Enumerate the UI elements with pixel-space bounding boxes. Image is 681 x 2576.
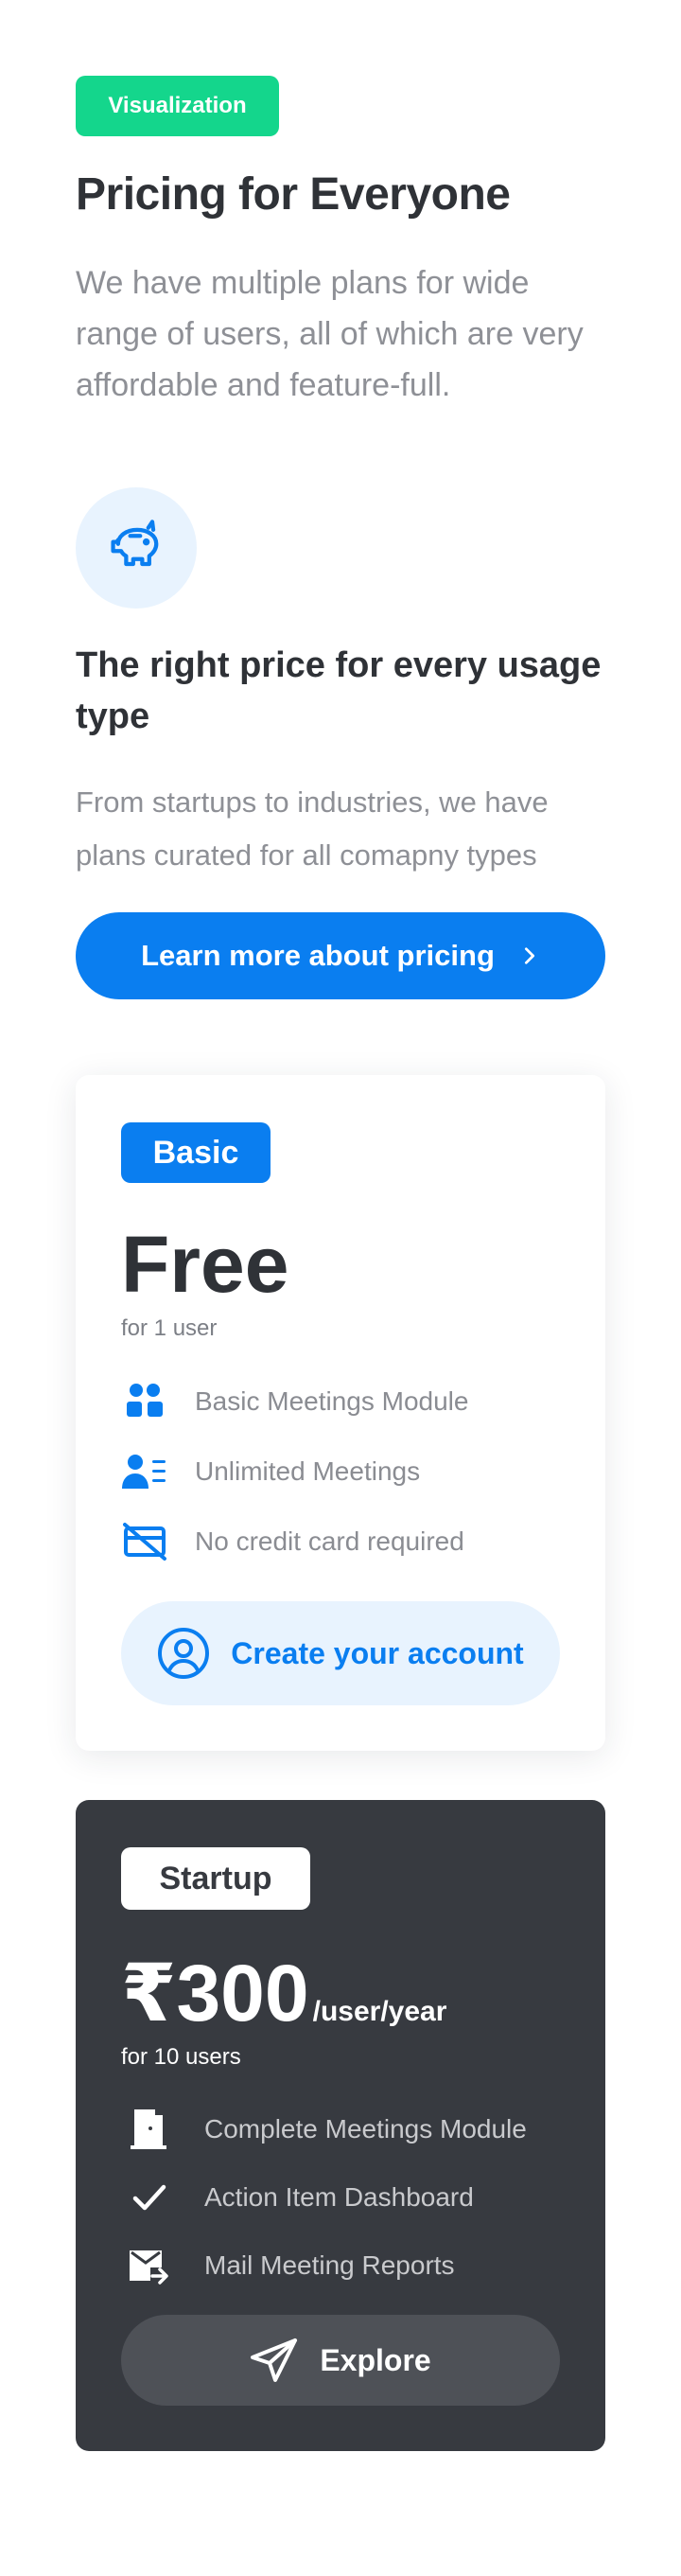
startup-feature-item: Mail Meeting Reports [121, 2241, 455, 2290]
feature-description: From startups to industries, we have pla… [76, 785, 549, 872]
startup-feature-item: Action Item Dashboard [121, 2173, 474, 2222]
startup-feature-item: Complete Meetings Module [121, 2105, 527, 2154]
chevron-right-icon [524, 947, 534, 964]
startup-feature-label: Complete Meetings Module [204, 2114, 527, 2144]
startup-feature-label: Action Item Dashboard [204, 2182, 474, 2212]
startup-price-period: /user/year [312, 1996, 447, 2027]
explore-button[interactable]: Explore [121, 2315, 560, 2406]
create-account-button[interactable]: Create your account [121, 1601, 560, 1705]
feature-title: The right price for every usage type [76, 645, 602, 736]
paper-plane-icon [251, 2338, 298, 2382]
piggy-bank-icon-container [76, 487, 197, 609]
startup-plan-tag: Startup [121, 1847, 310, 1910]
basic-feature-item: Unlimited Meetings [121, 1448, 420, 1495]
startup-plan-card: Startup ₹300 /user/year for 10 users Com… [76, 1800, 605, 2451]
checkmark-icon [121, 2173, 178, 2222]
basic-plan-tag: Basic [121, 1122, 271, 1183]
piggy-bank-icon [111, 520, 159, 567]
no-credit-card-icon [121, 1518, 168, 1565]
users-group-icon [121, 1378, 168, 1425]
create-account-label: Create your account [231, 1635, 524, 1670]
mail-forward-icon [121, 2241, 178, 2290]
user-list-icon [121, 1448, 168, 1495]
basic-feature-item: Basic Meetings Module [121, 1378, 468, 1425]
basic-feature-label: Basic Meetings Module [195, 1386, 469, 1416]
startup-price-amount: ₹300 [121, 1949, 309, 2038]
basic-plan-card: Basic Free for 1 user Basic Meetings Mod… [76, 1075, 605, 1751]
startup-plan-price: ₹300 /user/year [121, 1946, 446, 2040]
explore-label: Explore [320, 2342, 431, 2377]
basic-plan-price: Free [121, 1220, 289, 1309]
basic-feature-label: Unlimited Meetings [195, 1456, 421, 1486]
startup-plan-users: for 10 users [121, 2044, 241, 2070]
basic-feature-label: No credit card required [195, 1526, 464, 1556]
page-subtitle: We have multiple plans for wide range of… [76, 265, 584, 403]
learn-more-label: Learn more about pricing [141, 939, 495, 972]
door-icon [121, 2105, 178, 2154]
basic-plan-users: for 1 user [121, 1315, 218, 1341]
basic-feature-item: No credit card required [121, 1518, 464, 1565]
user-circle-icon [158, 1628, 210, 1679]
startup-feature-label: Mail Meeting Reports [204, 2250, 455, 2280]
page-title: Pricing for Everyone [76, 169, 511, 220]
visualization-badge: Visualization [76, 76, 279, 136]
learn-more-pricing-button[interactable]: Learn more about pricing [76, 912, 605, 999]
